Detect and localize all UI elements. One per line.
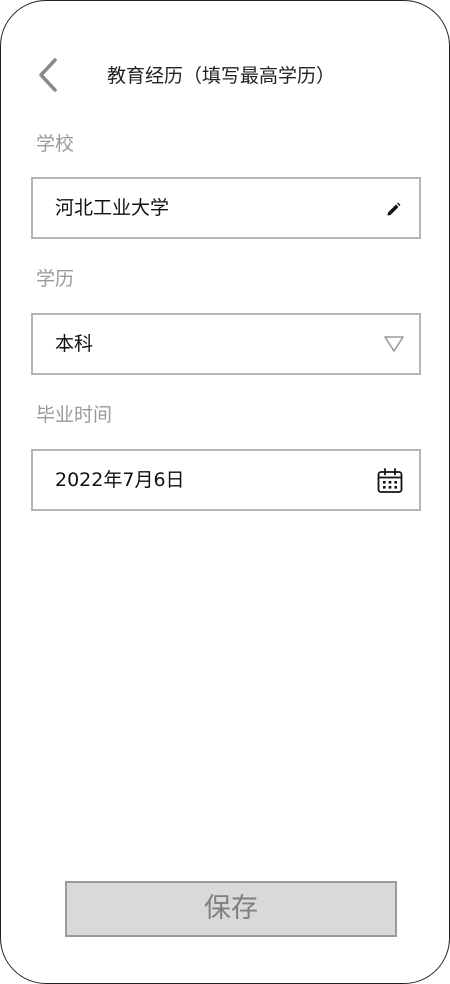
- school-value: 河北工业大学: [55, 197, 170, 219]
- pencil-icon[interactable]: [385, 200, 403, 218]
- back-button[interactable]: [35, 57, 63, 93]
- graduation-date-field[interactable]: 2022年7月6日: [31, 449, 421, 511]
- save-button[interactable]: 保存: [65, 881, 397, 937]
- degree-value: 本科: [55, 333, 94, 355]
- chevron-left-icon: [39, 58, 57, 92]
- graduation-label: 毕业时间: [36, 404, 113, 426]
- degree-label: 学历: [36, 268, 75, 290]
- degree-select[interactable]: 本科: [31, 313, 421, 375]
- phone-frame: 教育经历（填写最高学历） 学校 河北工业大学 学历 本科 毕业时间 2022年7…: [0, 0, 450, 984]
- school-field[interactable]: 河北工业大学: [31, 177, 421, 239]
- school-label: 学校: [36, 133, 75, 155]
- calendar-icon[interactable]: [376, 467, 404, 495]
- graduation-value: 2022年7月6日: [55, 469, 185, 491]
- triangle-down-icon[interactable]: [383, 335, 405, 353]
- page-title: 教育经历（填写最高学历）: [107, 65, 336, 87]
